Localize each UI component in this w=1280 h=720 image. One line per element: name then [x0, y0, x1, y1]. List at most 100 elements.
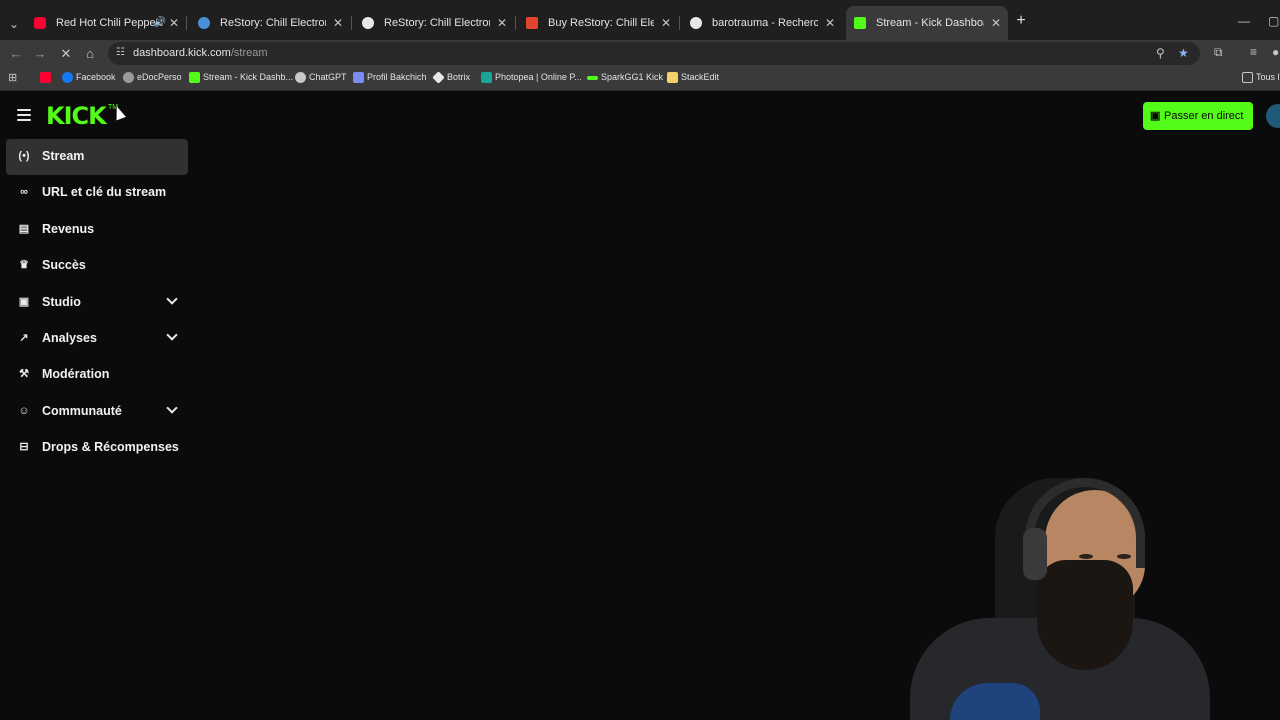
wrench-icon: ⚒ — [19, 368, 29, 381]
kick-icon — [854, 17, 866, 29]
community-icon: ☺ — [18, 404, 30, 417]
bakchich-icon — [353, 72, 364, 83]
url-text[interactable]: dashboard.kick.com/stream — [133, 47, 268, 59]
sidebar-item-moderation[interactable]: ⚒ Modération — [6, 357, 188, 393]
sidebar-item-label: Stream — [42, 149, 85, 163]
browser-tab[interactable]: ReStory: Chill Electronics Repair ✕ — [354, 6, 514, 40]
browser-tab-active[interactable]: Stream - Kick Dashboard ✕ — [846, 6, 1008, 40]
chevron-down-icon[interactable] — [166, 329, 178, 341]
bookmark-item[interactable]: Photopea | Online P... — [481, 72, 582, 83]
stop-loading-icon[interactable]: ✕ — [56, 44, 76, 64]
sidebar-item-stream[interactable]: (•) Stream — [6, 139, 188, 176]
tab-divider — [351, 16, 352, 30]
analytics-icon: ↗ — [19, 331, 29, 344]
browser-toolbar: ← → ✕ ⌂ ☷ dashboard.kick.com/stream ⚲ ★ … — [0, 40, 1280, 67]
play-store-icon — [526, 17, 538, 29]
go-live-label: Passer en direct — [1164, 110, 1244, 122]
webcam-overlay — [895, 468, 1210, 720]
chatgpt-icon — [295, 72, 306, 83]
dashboard-sidebar: (•) Stream ∞ URL et clé du stream ▤ Reve… — [6, 139, 188, 467]
bookmark-star-icon[interactable]: ★ — [1178, 46, 1189, 60]
sidebar-item-label: Analyses — [42, 330, 97, 345]
broadcast-icon: (•) — [18, 150, 30, 162]
browser-tab-strip: ⌄ Red Hot Chili Peppers - Ca 🔊 ✕ ReStory… — [0, 0, 1280, 40]
maximize-icon[interactable]: ▢ — [1268, 14, 1279, 28]
extensions-icon[interactable]: ⧉ — [1214, 45, 1223, 60]
google-icon — [690, 17, 702, 29]
bookmark-label: eDocPerso — [137, 72, 182, 82]
close-icon[interactable]: ✕ — [166, 6, 182, 40]
sidebar-item-label: Succès — [42, 258, 86, 273]
menu-icon[interactable] — [17, 109, 31, 121]
link-icon: ∞ — [20, 186, 28, 199]
headset-earcup — [1023, 528, 1047, 580]
new-tab-icon[interactable]: + — [1012, 12, 1030, 30]
tab-divider — [679, 16, 680, 30]
sidebar-item-analytics[interactable]: ↗ Analyses — [6, 321, 188, 357]
url-host: dashboard.kick.com — [133, 47, 231, 59]
chevron-down-icon[interactable] — [166, 402, 178, 414]
sidebar-item-stream-url-key[interactable]: ∞ URL et clé du stream — [6, 175, 188, 211]
bookmark-label: ChatGPT — [309, 72, 347, 82]
apps-grid-icon[interactable]: ⊞ — [8, 72, 20, 84]
bookmark-label: Profil Bakchich — [367, 72, 427, 82]
folder-icon — [1242, 72, 1253, 83]
tab-divider — [186, 16, 187, 30]
tab-title: ReStory: Chill Electronics Repair — [220, 17, 326, 29]
home-icon[interactable]: ⌂ — [80, 44, 100, 64]
browser-tab[interactable]: Buy ReStory: Chill Electronics R ✕ — [518, 6, 678, 40]
profile-icon[interactable]: ● — [1272, 45, 1279, 59]
photopea-icon — [481, 72, 492, 83]
forward-icon[interactable]: → — [30, 44, 50, 64]
bookmark-item[interactable]: Facebook — [62, 72, 116, 83]
speaker-icon[interactable]: 🔊 — [154, 6, 166, 40]
sidebar-item-label: Studio — [42, 294, 81, 309]
bookmark-item[interactable]: StackEdit — [667, 72, 719, 83]
revenue-icon: ▤ — [18, 222, 30, 235]
address-bar[interactable]: ☷ dashboard.kick.com/stream ⚲ ★ — [108, 42, 1200, 65]
sidebar-item-drops-rewards[interactable]: ⊟ Drops & Récompenses — [6, 430, 188, 466]
url-path: /stream — [230, 47, 268, 59]
kick-icon: ▣ — [1150, 110, 1161, 122]
bookmarks-folder[interactable]: Tous l — [1242, 72, 1280, 83]
sidebar-item-achievements[interactable]: ♛ Succès — [6, 248, 188, 284]
sidebar-item-community[interactable]: ☺ Communauté — [6, 394, 188, 430]
bookmark-item[interactable]: ChatGPT — [295, 72, 347, 83]
close-icon[interactable]: ✕ — [494, 6, 510, 40]
bookmark-label: Stream - Kick Dashb... — [203, 72, 294, 82]
sidebar-item-studio[interactable]: ▣ Studio — [6, 285, 188, 321]
bookmark-item[interactable]: Stream - Kick Dashb... — [189, 72, 294, 83]
bookmark-item[interactable]: eDocPerso — [123, 72, 182, 83]
browser-tab[interactable]: Red Hot Chili Peppers - Ca 🔊 ✕ — [26, 6, 186, 40]
site-info-icon[interactable]: ☷ — [116, 46, 130, 60]
bookmark-item[interactable]: Botrix — [432, 71, 471, 84]
browser-tab[interactable]: barotrauma - Recherche Google ✕ — [682, 6, 842, 40]
close-icon[interactable]: ✕ — [330, 6, 346, 40]
minimize-icon[interactable]: — — [1238, 14, 1250, 28]
avatar[interactable] — [1266, 104, 1280, 128]
bookmark-item[interactable]: SparkGG1 Kick — [587, 72, 663, 82]
close-icon[interactable]: ✕ — [658, 6, 674, 40]
tab-title: Stream - Kick Dashboard — [876, 17, 984, 29]
bookmark-label: Botrix — [447, 72, 471, 82]
close-icon[interactable]: ✕ — [988, 6, 1004, 40]
back-icon[interactable]: ← — [6, 44, 26, 64]
mouse-cursor-icon — [112, 104, 126, 121]
stackedit-icon — [667, 72, 678, 83]
bookmark-label: Facebook — [76, 72, 116, 82]
bookmark-item[interactable]: Profil Bakchich — [353, 72, 427, 83]
browser-tab[interactable]: ReStory: Chill Electronics Repair ✕ — [190, 6, 350, 40]
youtube-icon — [34, 17, 46, 29]
kick-icon — [189, 72, 200, 83]
media-control-icon[interactable]: ≡ — [1250, 45, 1257, 59]
close-icon[interactable]: ✕ — [822, 6, 838, 40]
go-live-button[interactable]: ▣ Passer en direct — [1143, 102, 1253, 130]
kick-logo[interactable]: KICK — [46, 104, 107, 128]
spark-icon — [587, 76, 598, 80]
chevron-down-icon[interactable] — [166, 292, 178, 305]
sidebar-item-revenue[interactable]: ▤ Revenus — [6, 212, 188, 248]
sidebar-item-label: URL et clé du stream — [42, 185, 167, 200]
zoom-icon[interactable]: ⚲ — [1156, 46, 1165, 60]
tab-search-icon[interactable]: ⌄ — [4, 14, 24, 34]
botrix-icon — [432, 71, 445, 84]
